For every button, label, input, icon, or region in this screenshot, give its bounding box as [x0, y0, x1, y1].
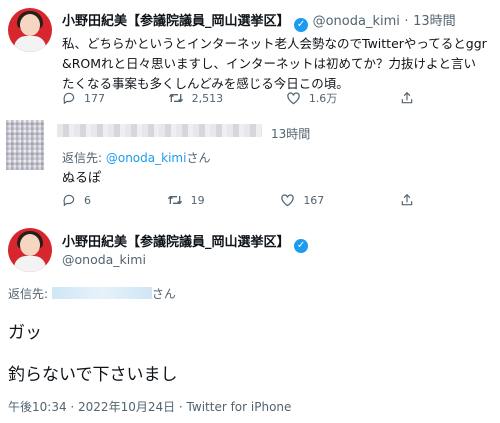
verified-badge-icon: ✓: [294, 239, 309, 253]
separator-dot: ·: [404, 14, 409, 29]
tweet1-header: 小野田紀美【参議院議員_岡山選挙区】 ✓ @onoda_kimi · 13時間: [62, 10, 456, 32]
verified-badge-icon: ✓: [294, 18, 309, 32]
reply-to-line: 返信先: @onoda_kimiさん: [62, 149, 210, 166]
reply-count: 6: [84, 193, 91, 207]
like-count: 167: [303, 193, 325, 207]
share-icon: [401, 193, 413, 206]
display-name[interactable]: 小野田紀美【参議院議員_岡山選挙区】: [62, 235, 290, 250]
reply-prefix: 返信先:: [62, 151, 106, 165]
blurred-avatar[interactable]: [6, 120, 44, 170]
handle[interactable]: @onoda_kimi: [313, 14, 400, 29]
retweet-icon: [167, 195, 182, 205]
tweet2-actions: 6 19 167: [62, 193, 422, 207]
blurred-reply-target[interactable]: [51, 287, 152, 299]
share-button[interactable]: [400, 91, 422, 105]
retweet-count: 2,513: [191, 91, 224, 105]
retweet-icon: [168, 93, 183, 103]
reply-to-link[interactable]: @onoda_kimi: [106, 151, 187, 165]
tweet2-body: ぬるぽ: [62, 171, 102, 186]
reply-button[interactable]: 6: [62, 193, 91, 207]
tweet-time[interactable]: 13時間: [413, 14, 456, 29]
tweet-time[interactable]: 13時間: [271, 125, 310, 142]
like-icon: [287, 92, 300, 105]
like-button[interactable]: 1.6万: [286, 90, 338, 106]
tweet1-actions: 177 2,513 1.6万: [62, 90, 422, 106]
reply-button[interactable]: 177: [62, 91, 105, 105]
reply-suffix: さん: [186, 151, 211, 165]
retweet-count: 19: [190, 193, 205, 207]
tweet-text-line: 私、どちらかというとインターネット老人会勢なのでTwitterやってるとggr: [62, 36, 487, 51]
tweet1-body: 私、どちらかというとインターネット老人会勢なのでTwitterやってるとggr …: [62, 34, 487, 94]
blurred-user-name[interactable]: [57, 124, 262, 137]
reply-icon: [63, 194, 75, 207]
tweet-text-line: 釣らないで下さいまし: [8, 365, 178, 385]
reply-icon: [63, 92, 75, 105]
share-icon: [401, 91, 413, 104]
main-header: 小野田紀美【参議院議員_岡山選挙区】 ✓: [62, 231, 309, 253]
avatar[interactable]: [8, 8, 52, 52]
tweet-timestamp[interactable]: 午後10:34 · 2022年10月24日 · Twitter for iPho…: [8, 398, 291, 415]
reply-prefix: 返信先:: [8, 287, 52, 301]
like-button[interactable]: 167: [280, 193, 324, 207]
tweet-text-line: ガッ: [8, 323, 42, 343]
retweet-button[interactable]: 2,513: [168, 91, 224, 105]
reply-suffix: さん: [151, 287, 176, 301]
tweet-text-line: &ROMれと日々思いますし、インターネットは初めてか？力抜けよと言い: [62, 56, 477, 71]
reply-to-line: 返信先: さん: [8, 285, 176, 302]
like-count: 1.6万: [308, 92, 338, 105]
retweet-button[interactable]: 19: [167, 193, 205, 207]
like-icon: [281, 194, 295, 207]
avatar[interactable]: [8, 228, 52, 272]
handle[interactable]: @onoda_kimi: [62, 252, 146, 267]
reply-count: 177: [84, 91, 105, 105]
display-name[interactable]: 小野田紀美【参議院議員_岡山選挙区】: [62, 14, 290, 29]
share-button[interactable]: [400, 193, 422, 207]
